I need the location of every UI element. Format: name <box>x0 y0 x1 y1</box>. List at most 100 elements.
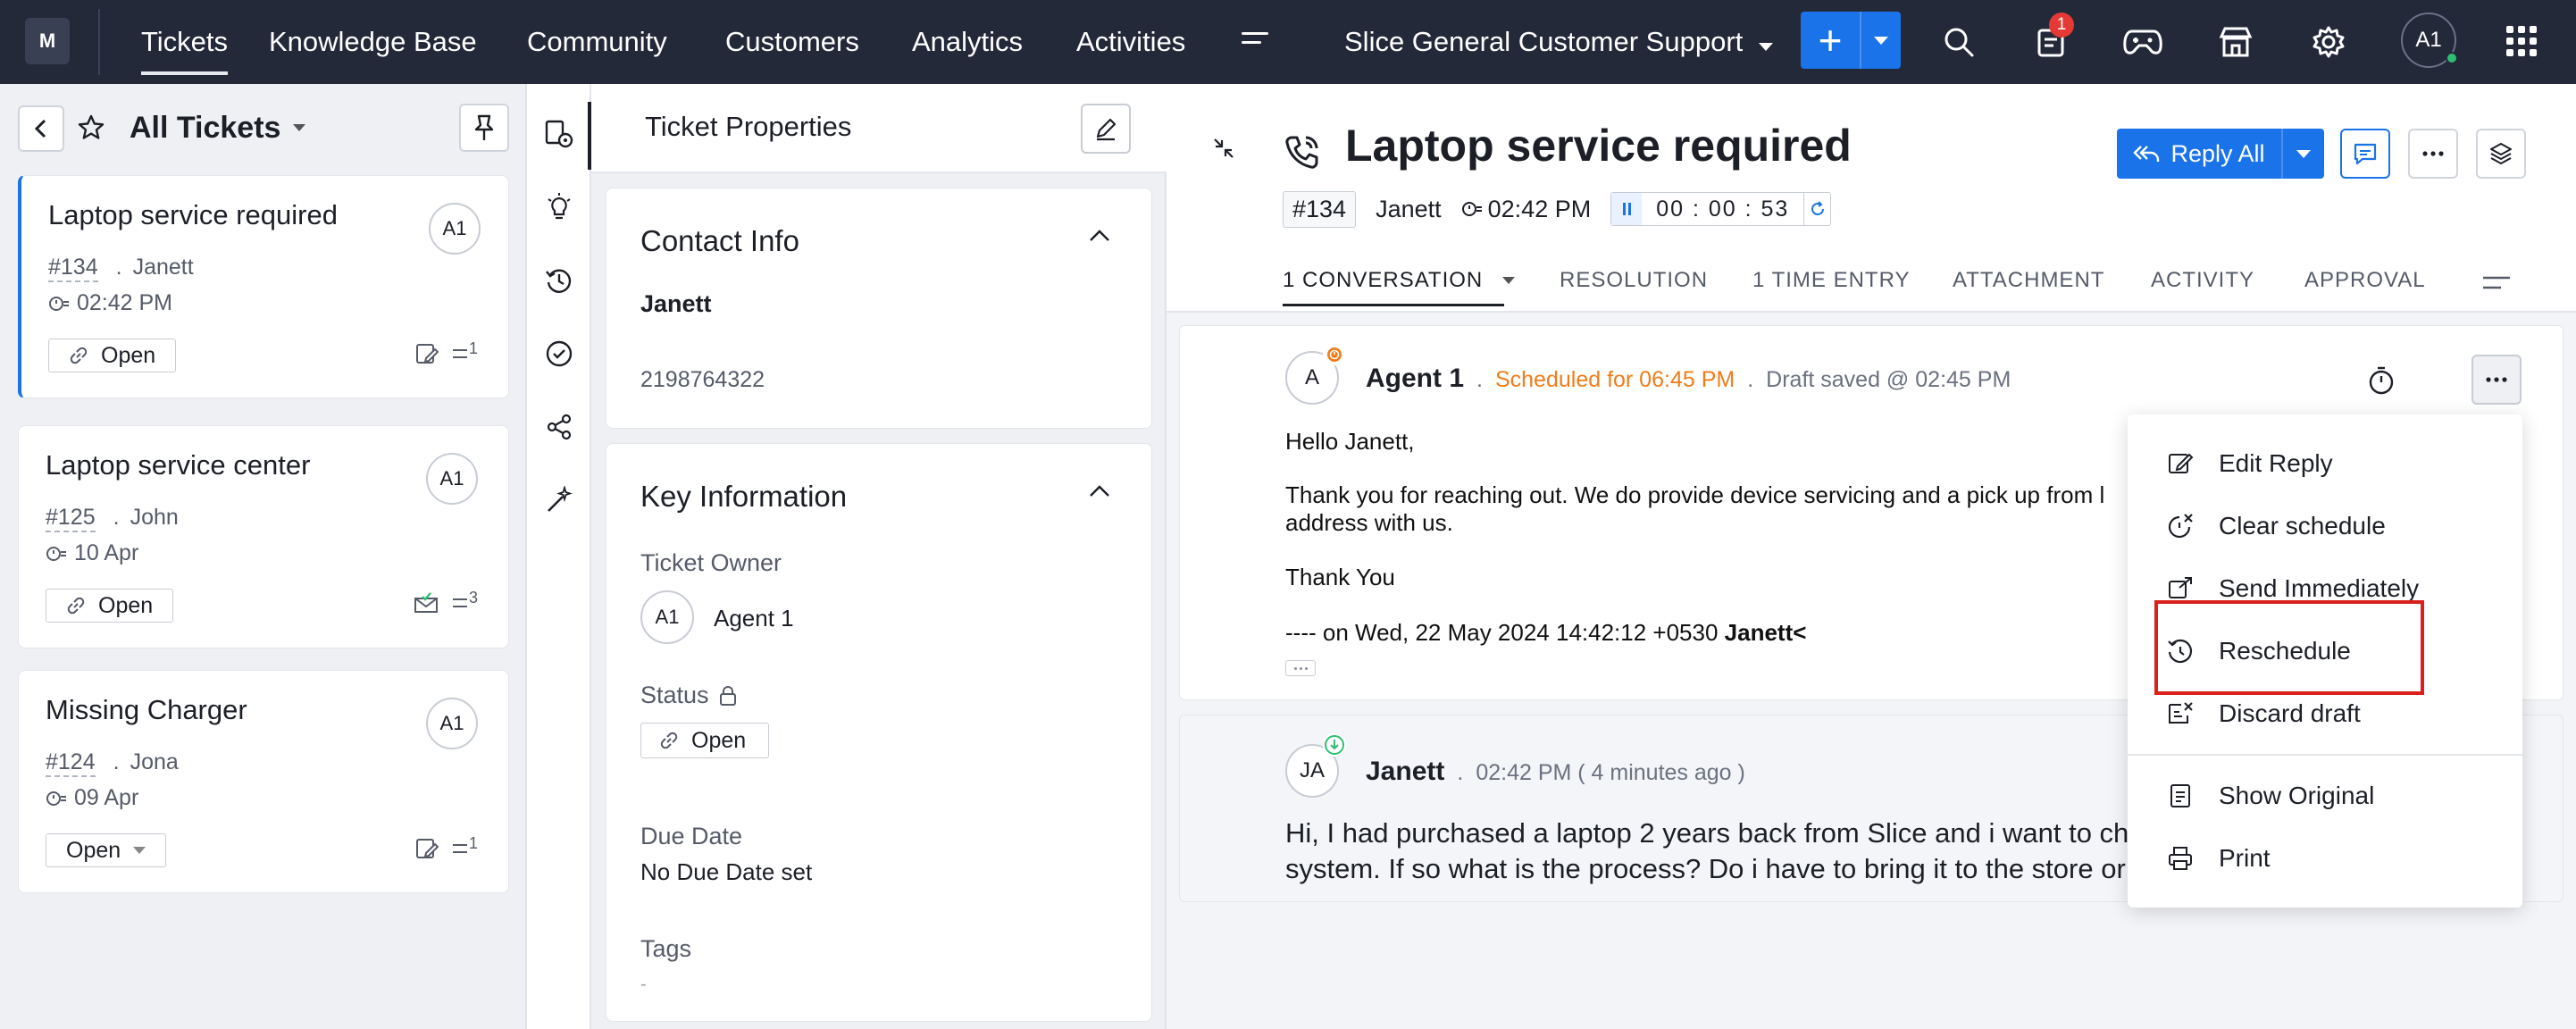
ticket-properties-icon[interactable] <box>541 116 577 152</box>
gamepad-icon[interactable] <box>2122 21 2163 63</box>
contact-phone[interactable]: 2198764322 <box>640 367 765 393</box>
gear-icon[interactable] <box>2308 21 2349 63</box>
view-selector[interactable]: All Tickets <box>130 104 306 152</box>
show-quoted-button[interactable] <box>1285 660 1316 676</box>
message-more-button[interactable] <box>2471 355 2522 405</box>
time-label: 09 Apr <box>74 785 139 810</box>
scheduled-badge-icon <box>1323 342 1346 365</box>
tab-attachment[interactable]: ATTACHMENT <box>1953 268 2104 293</box>
new-item-button[interactable]: + <box>1801 12 1901 69</box>
reply-all-action[interactable]: Reply All <box>2117 129 2283 179</box>
ticket-title[interactable]: Laptop service center <box>46 449 310 481</box>
reply-all-button[interactable]: Reply All <box>2117 129 2324 179</box>
ticket-owner-label: Ticket Owner <box>640 549 782 576</box>
menu-item-show-original[interactable]: Show Original <box>2128 765 2522 827</box>
contact-name[interactable]: John <box>130 505 179 532</box>
due-date-value[interactable]: No Due Date set <box>640 858 812 886</box>
star-icon[interactable] <box>73 105 109 150</box>
tags-value[interactable]: - <box>640 975 647 995</box>
chevron-up-icon[interactable] <box>1089 230 1110 242</box>
phone-channel-icon <box>1283 132 1322 172</box>
status-dropdown[interactable]: Open <box>46 833 167 867</box>
tab-tickets[interactable]: Tickets <box>141 0 229 84</box>
comment-button[interactable] <box>2340 129 2390 179</box>
chevron-down-icon <box>133 847 146 854</box>
layers-button[interactable] <box>2476 129 2526 179</box>
lightbulb-icon[interactable] <box>541 189 577 225</box>
contact-name[interactable]: Janett <box>640 290 712 318</box>
more-actions-button[interactable] <box>2408 129 2458 179</box>
menu-item-edit-reply[interactable]: Edit Reply <box>2128 432 2522 495</box>
agent-name[interactable]: Agent 1 <box>1366 364 1464 394</box>
ticket-card[interactable]: Laptop service center A1 #125. John 10 Ap… <box>18 425 509 648</box>
ticket-title[interactable]: Missing Charger <box>46 694 247 726</box>
tab-approval[interactable]: APPROVAL <box>2304 268 2426 293</box>
thread-count-value: 3 <box>468 588 478 607</box>
ticket-indicators: 1 <box>415 833 478 860</box>
contact-name[interactable]: Janett <box>1366 757 1444 787</box>
reset-timer-icon[interactable] <box>1803 193 1830 225</box>
thread-count-value: 1 <box>468 833 478 852</box>
assignee-avatar[interactable]: A1 <box>426 453 478 505</box>
pin-button[interactable] <box>459 104 509 152</box>
due-clock-icon <box>1461 202 1482 216</box>
tab-customers[interactable]: Customers <box>725 0 859 84</box>
tab-resolution[interactable]: RESOLUTION <box>1560 268 1708 293</box>
avatar-initials: A1 <box>442 217 467 239</box>
marketplace-icon[interactable] <box>2215 21 2256 63</box>
assignee-avatar[interactable]: A1 <box>426 698 478 749</box>
ticket-meta: #134. Janett <box>48 255 194 282</box>
thread-lines-icon <box>452 598 467 607</box>
ticket-title[interactable]: Laptop service required <box>48 199 338 231</box>
tab-time-entry[interactable]: 1 TIME ENTRY <box>1752 268 1910 293</box>
ticket-number[interactable]: #125 <box>46 505 96 532</box>
thread-count-value: 1 <box>468 339 478 357</box>
collapse-icon[interactable] <box>1211 136 1236 161</box>
menu-item-print[interactable]: Print <box>2128 827 2522 890</box>
separator-dot: . <box>113 749 120 774</box>
owner-avatar[interactable]: A1 <box>640 590 694 644</box>
search-icon[interactable] <box>1938 21 1979 63</box>
owner-name[interactable]: Agent 1 <box>714 605 794 632</box>
status-dropdown[interactable]: Open <box>46 589 174 623</box>
plus-icon[interactable]: + <box>1801 12 1861 69</box>
ticket-number[interactable]: #134 <box>48 255 98 282</box>
tab-community[interactable]: Community <box>527 0 667 84</box>
apps-grid-icon[interactable] <box>2506 26 2537 56</box>
tab-analytics[interactable]: Analytics <box>912 0 1023 84</box>
more-tabs-menu-icon[interactable] <box>1242 32 1268 50</box>
contact-name[interactable]: Jona <box>130 749 179 777</box>
check-circle-icon[interactable] <box>541 336 577 372</box>
history-icon[interactable] <box>541 263 577 298</box>
ticket-card[interactable]: Laptop service required A1 #134. Janett 0… <box>18 175 509 398</box>
assignee-avatar[interactable]: A1 <box>429 203 481 255</box>
chevron-up-icon[interactable] <box>1089 485 1110 498</box>
new-item-dropdown[interactable] <box>1861 12 1901 69</box>
status-dropdown[interactable]: Open <box>48 339 177 372</box>
menu-item-label: Print <box>2219 844 2271 872</box>
more-tabs-icon[interactable] <box>2483 275 2510 291</box>
menu-item-clear-schedule[interactable]: Clear schedule <box>2128 495 2522 557</box>
tab-activities[interactable]: Activities <box>1076 0 1185 84</box>
schedule-timer-icon[interactable] <box>2366 365 2396 396</box>
more-horizontal-icon <box>2422 151 2444 156</box>
magic-wand-icon[interactable] <box>541 482 577 518</box>
contact-name[interactable]: Janett <box>133 255 194 282</box>
avatar-initials: A1 <box>439 712 464 734</box>
status-dropdown[interactable]: Open <box>640 723 769 758</box>
department-switcher[interactable]: Slice General Customer Support <box>1344 0 1774 84</box>
pause-icon[interactable] <box>1611 193 1643 225</box>
share-icon[interactable] <box>541 409 577 445</box>
contact-name[interactable]: Janett <box>1376 196 1442 223</box>
chevron-down-icon <box>293 124 306 131</box>
tab-conversation[interactable]: 1 CONVERSATION <box>1283 268 1516 293</box>
app-logo[interactable]: M <box>25 18 70 64</box>
back-button[interactable] <box>18 105 64 152</box>
reply-options-dropdown[interactable] <box>2283 129 2324 179</box>
tab-activity[interactable]: ACTIVITY <box>2151 268 2254 293</box>
edit-button[interactable] <box>1081 104 1131 154</box>
ticket-number[interactable]: #134 <box>1283 190 1357 228</box>
ticket-card[interactable]: Missing Charger A1 #124. Jona 09 Apr Open… <box>18 670 509 893</box>
tab-knowledge-base[interactable]: Knowledge Base <box>269 0 477 84</box>
ticket-number[interactable]: #124 <box>46 749 96 777</box>
